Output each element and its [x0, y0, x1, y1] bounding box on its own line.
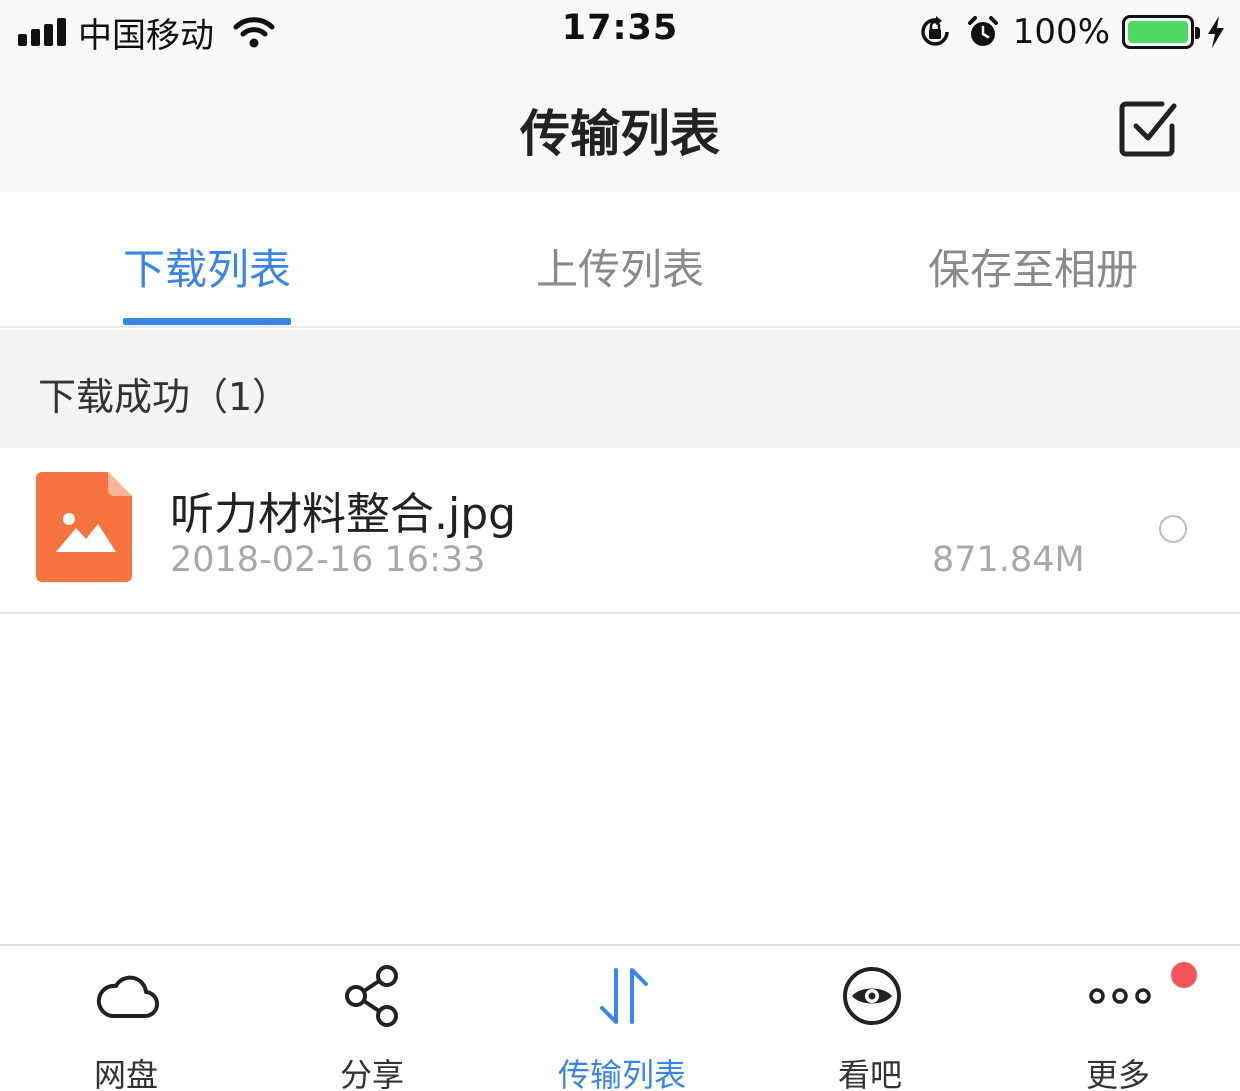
nav-bar: 传输列表 [0, 66, 1240, 192]
bottom-tab-bar: 网盘 分享 传输列表 看吧 更多 [0, 944, 1240, 1091]
tab-label: 更多 [1085, 1056, 1150, 1091]
eye-icon [843, 967, 901, 1025]
more-dots-icon [1089, 988, 1151, 1004]
tab-label: 传输列表 [557, 1056, 686, 1091]
checkbox-edit-icon[interactable] [1118, 96, 1180, 158]
section-title: 下载成功（1） [38, 375, 291, 419]
rotation-lock-icon [921, 16, 949, 46]
transfer-icon [600, 968, 648, 1024]
file-size: 871.84M [932, 540, 1085, 580]
tab-download-list[interactable]: 下载列表 [123, 236, 291, 297]
tab-upload-list[interactable]: 上传列表 [536, 236, 704, 297]
tab-share[interactable]: 分享 [248, 946, 496, 1091]
tab-netdisk[interactable]: 网盘 [2, 946, 250, 1091]
notification-badge [1171, 962, 1197, 988]
segment-tabs: 下载列表 上传列表 保存至相册 [0, 192, 1240, 328]
section-header: 下载成功（1） [0, 330, 1240, 448]
image-file-icon [36, 472, 132, 582]
battery-percent: 100% [1012, 12, 1110, 52]
battery-icon [1122, 15, 1200, 49]
tab-save-to-album[interactable]: 保存至相册 [928, 236, 1138, 297]
active-tab-indicator [123, 318, 291, 325]
page-title: 传输列表 [520, 105, 720, 163]
select-radio[interactable] [1159, 515, 1187, 543]
file-name: 听力材料整合.jpg [170, 489, 517, 540]
cloud-icon [96, 975, 159, 1019]
tab-label: 网盘 [93, 1056, 158, 1091]
charging-bolt-icon [1208, 16, 1224, 48]
tab-transfer-list[interactable]: 传输列表 [498, 946, 746, 1091]
battery-fill [1128, 21, 1188, 43]
share-icon [345, 965, 398, 1027]
list-item[interactable]: 听力材料整合.jpg 2018-02-16 16:33 871.84M [0, 448, 1240, 614]
tab-more[interactable]: 更多 [994, 946, 1240, 1091]
tab-watch[interactable]: 看吧 [746, 946, 994, 1091]
status-right: 100% [917, 10, 1226, 54]
tab-label: 分享 [339, 1056, 404, 1091]
alarm-icon [967, 16, 998, 46]
file-date: 2018-02-16 16:33 [170, 540, 486, 580]
status-bar: 中国移动 17:35 100% [0, 0, 1240, 66]
tab-label: 看吧 [837, 1056, 902, 1091]
